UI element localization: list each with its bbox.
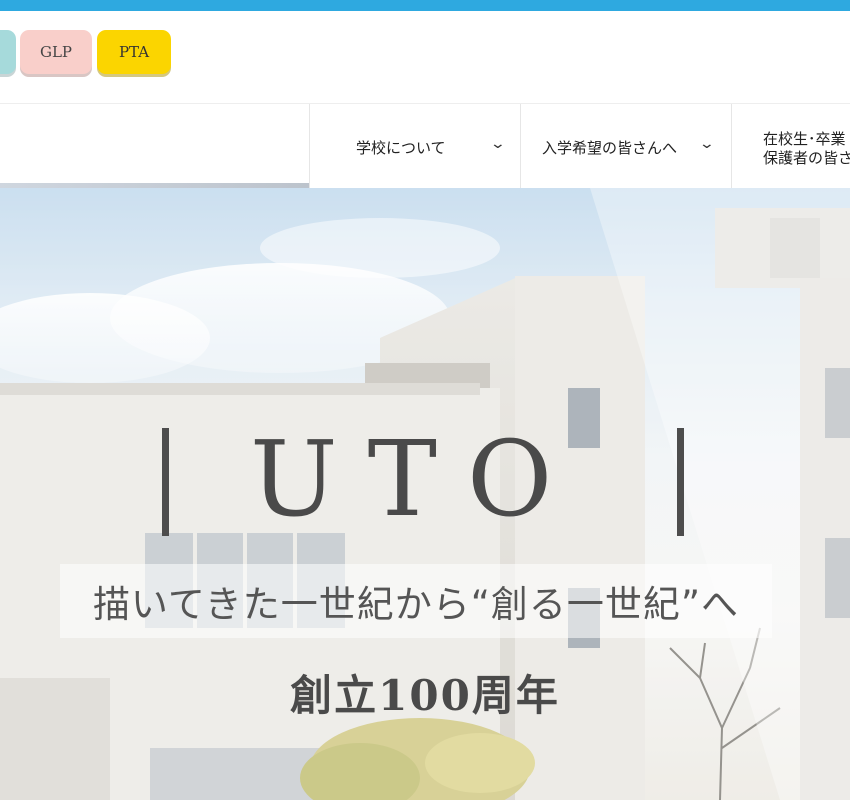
anniversary-heading: 創立100周年	[290, 671, 560, 720]
title-left-bar	[162, 428, 169, 536]
hero-title-text: UTO	[250, 418, 583, 540]
quick-link-partial[interactable]	[0, 30, 16, 74]
top-accent-bar	[0, 0, 850, 11]
global-nav: 学校について ⌄ 入学希望の皆さんへ ⌄ 在校生･卒業 保護者の皆さ	[0, 103, 850, 197]
tagline-box: 描いてきた一世紀から“創る一世紀”へ	[60, 564, 772, 638]
chevron-down-icon: ⌄	[489, 136, 507, 152]
nav-item-about-school[interactable]: 学校について ⌄	[309, 104, 520, 197]
nav-item-prospective-students[interactable]: 入学希望の皆さんへ ⌄	[520, 104, 731, 197]
title-right-bar	[677, 428, 684, 536]
glp-link-button[interactable]: GLP	[20, 30, 92, 74]
nav-item-current-students[interactable]: 在校生･卒業 保護者の皆さ	[731, 104, 850, 197]
chevron-down-icon: ⌄	[698, 136, 716, 152]
nav-item-label: 学校について	[356, 139, 446, 157]
nav-item-label-line1: 在校生･卒業	[763, 130, 846, 148]
nav-item-label-line2: 保護者の皆さ	[763, 149, 850, 167]
pta-link-button[interactable]: PTA	[97, 30, 171, 74]
nav-item-label: 在校生･卒業 保護者の皆さ	[763, 130, 850, 168]
hero-banner: UTO 描いてきた一世紀から“創る一世紀”へ 創立100周年	[0, 188, 850, 800]
nav-item-label: 入学希望の皆さんへ	[542, 139, 678, 157]
hero-tagline: 描いてきた一世紀から“創る一世紀”へ	[92, 583, 740, 626]
